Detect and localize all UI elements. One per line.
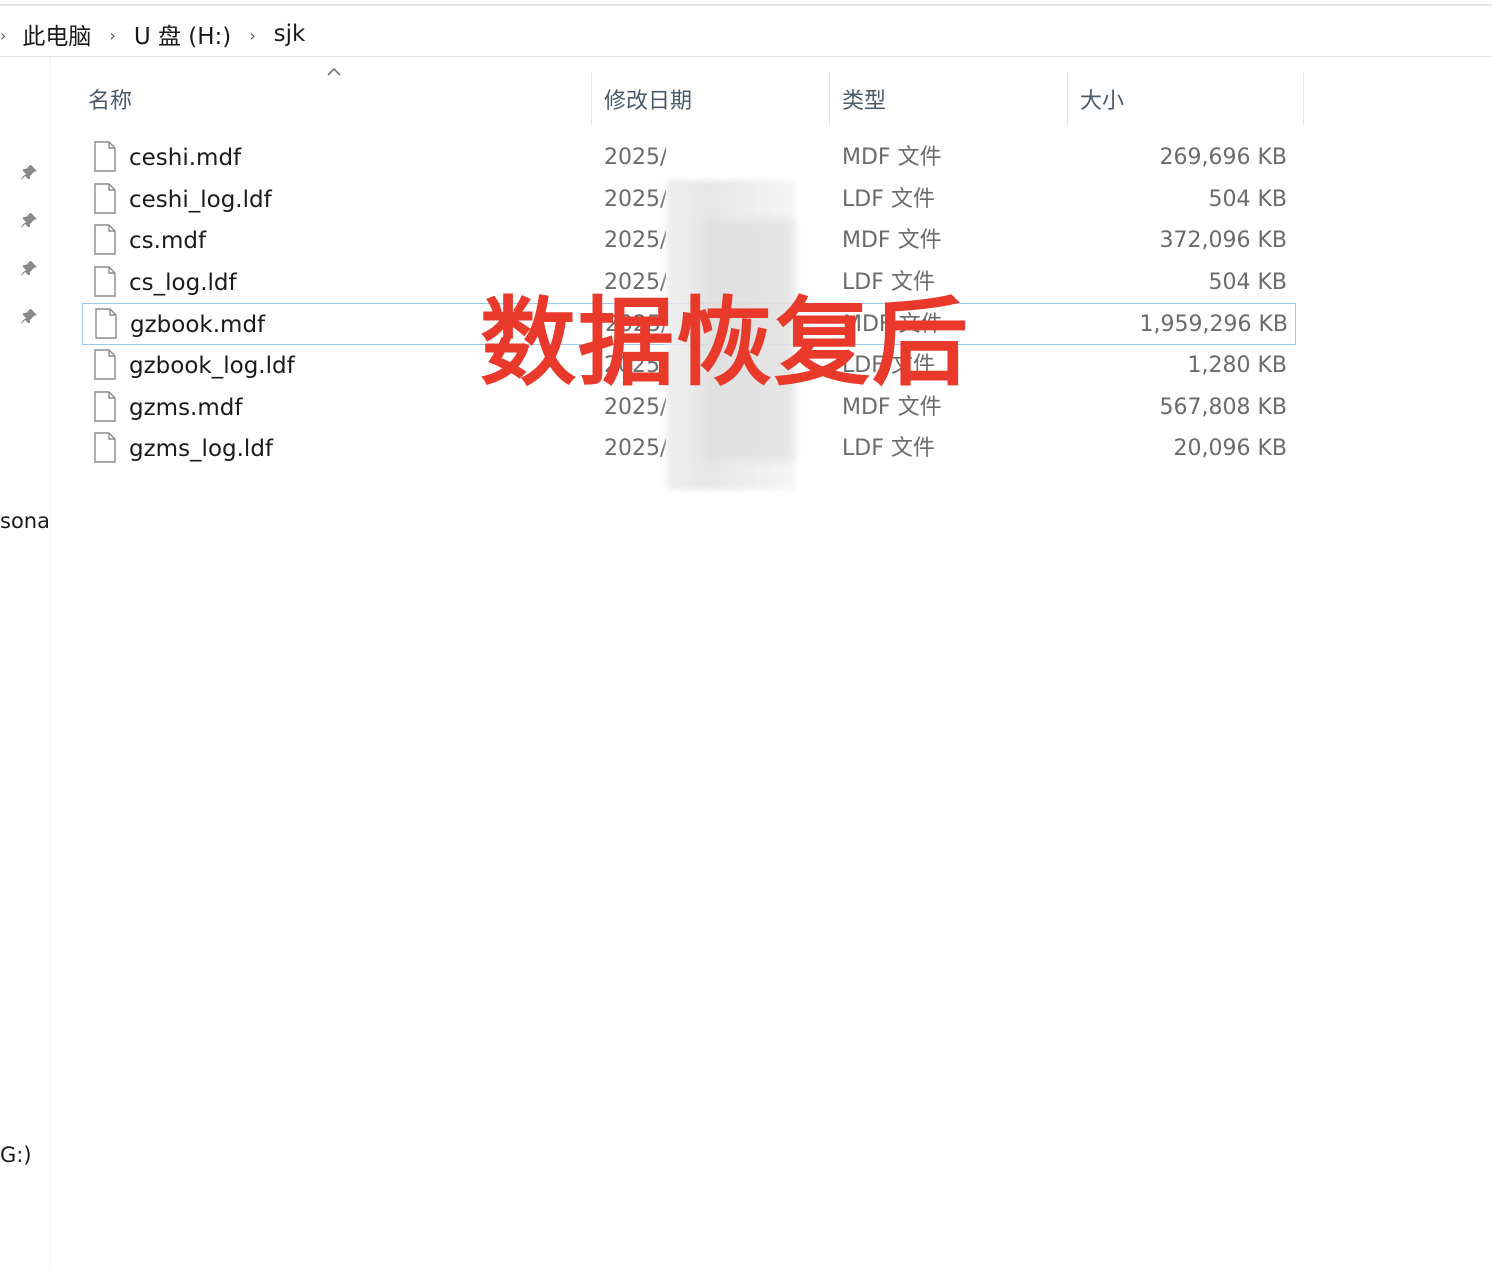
- file-date: 2025/: [604, 228, 666, 253]
- blank-file-icon: [95, 308, 117, 339]
- breadcrumb-sjk-folder[interactable]: sjk: [270, 21, 310, 47]
- file-type: LDF 文件: [842, 436, 935, 461]
- column-header-date-label: 修改日期: [604, 89, 693, 114]
- column-header-size[interactable]: 大小: [1068, 72, 1304, 126]
- overlay-caption: 数据恢复后: [480, 287, 970, 399]
- nav-item-partial[interactable]: sona: [0, 509, 48, 533]
- file-size: 504 KB: [1208, 187, 1287, 212]
- blank-file-icon: [94, 141, 116, 172]
- file-name: gzbook_log.ldf: [129, 353, 295, 379]
- pin-icon[interactable]: [18, 258, 40, 280]
- chevron-right-icon[interactable]: ›: [0, 26, 18, 45]
- blank-file-icon: [94, 349, 116, 380]
- column-header-name[interactable]: 名称: [76, 72, 592, 126]
- file-size: 1,280 KB: [1187, 353, 1288, 378]
- column-header-name-label: 名称: [88, 89, 133, 114]
- column-header-date[interactable]: 修改日期: [592, 72, 830, 126]
- file-date: 2025/: [604, 187, 666, 212]
- ribbon-edge: [0, 0, 1492, 6]
- file-size: 269,696 KB: [1159, 145, 1288, 170]
- file-type: MDF 文件: [842, 145, 942, 170]
- file-explorer-window: › 此电脑 › U 盘 (H:) › sjk sona G:) 名称 修改日期 …: [0, 0, 1492, 1270]
- file-name: ceshi.mdf: [129, 145, 242, 171]
- pin-icon[interactable]: [18, 162, 40, 184]
- file-size: 372,096 KB: [1159, 228, 1288, 253]
- file-date: 2025/: [604, 145, 666, 170]
- file-name: ceshi_log.ldf: [129, 187, 272, 213]
- file-size: 1,959,296 KB: [1139, 312, 1288, 337]
- pin-icon[interactable]: [18, 210, 40, 232]
- chevron-right-icon[interactable]: ›: [235, 26, 269, 45]
- navigation-pane: sona G:): [0, 57, 51, 1270]
- blank-file-icon: [94, 432, 116, 463]
- file-name: gzbook.mdf: [130, 312, 266, 338]
- column-header-type-label: 类型: [842, 89, 887, 114]
- file-size: 567,808 KB: [1159, 395, 1288, 420]
- file-name: gzms_log.ldf: [129, 436, 274, 462]
- file-date: 2025/: [604, 436, 666, 461]
- breadcrumb-this-pc[interactable]: 此电脑: [18, 17, 95, 51]
- file-size: 504 KB: [1208, 270, 1287, 295]
- chevron-right-icon[interactable]: ›: [95, 26, 129, 45]
- nav-item-drive-g[interactable]: G:): [0, 1143, 48, 1167]
- file-size: 20,096 KB: [1173, 436, 1288, 461]
- breadcrumb-usb-drive[interactable]: U 盘 (H:): [130, 17, 235, 51]
- column-header-size-label: 大小: [1080, 89, 1125, 114]
- blank-file-icon: [94, 266, 116, 297]
- pin-icon[interactable]: [18, 306, 40, 328]
- file-name: cs_log.ldf: [129, 270, 237, 296]
- file-type: LDF 文件: [842, 187, 935, 212]
- blank-file-icon: [94, 183, 116, 214]
- column-header-type[interactable]: 类型: [830, 72, 1068, 126]
- address-breadcrumb[interactable]: › 此电脑 › U 盘 (H:) › sjk: [0, 12, 1492, 57]
- file-row[interactable]: ceshi.mdf 2025/ MDF 文件 269,696 KB: [82, 137, 1296, 179]
- blank-file-icon: [94, 224, 116, 255]
- file-name: gzms.mdf: [129, 395, 243, 421]
- file-name: cs.mdf: [129, 228, 207, 254]
- blank-file-icon: [94, 391, 116, 422]
- file-type: MDF 文件: [842, 228, 942, 253]
